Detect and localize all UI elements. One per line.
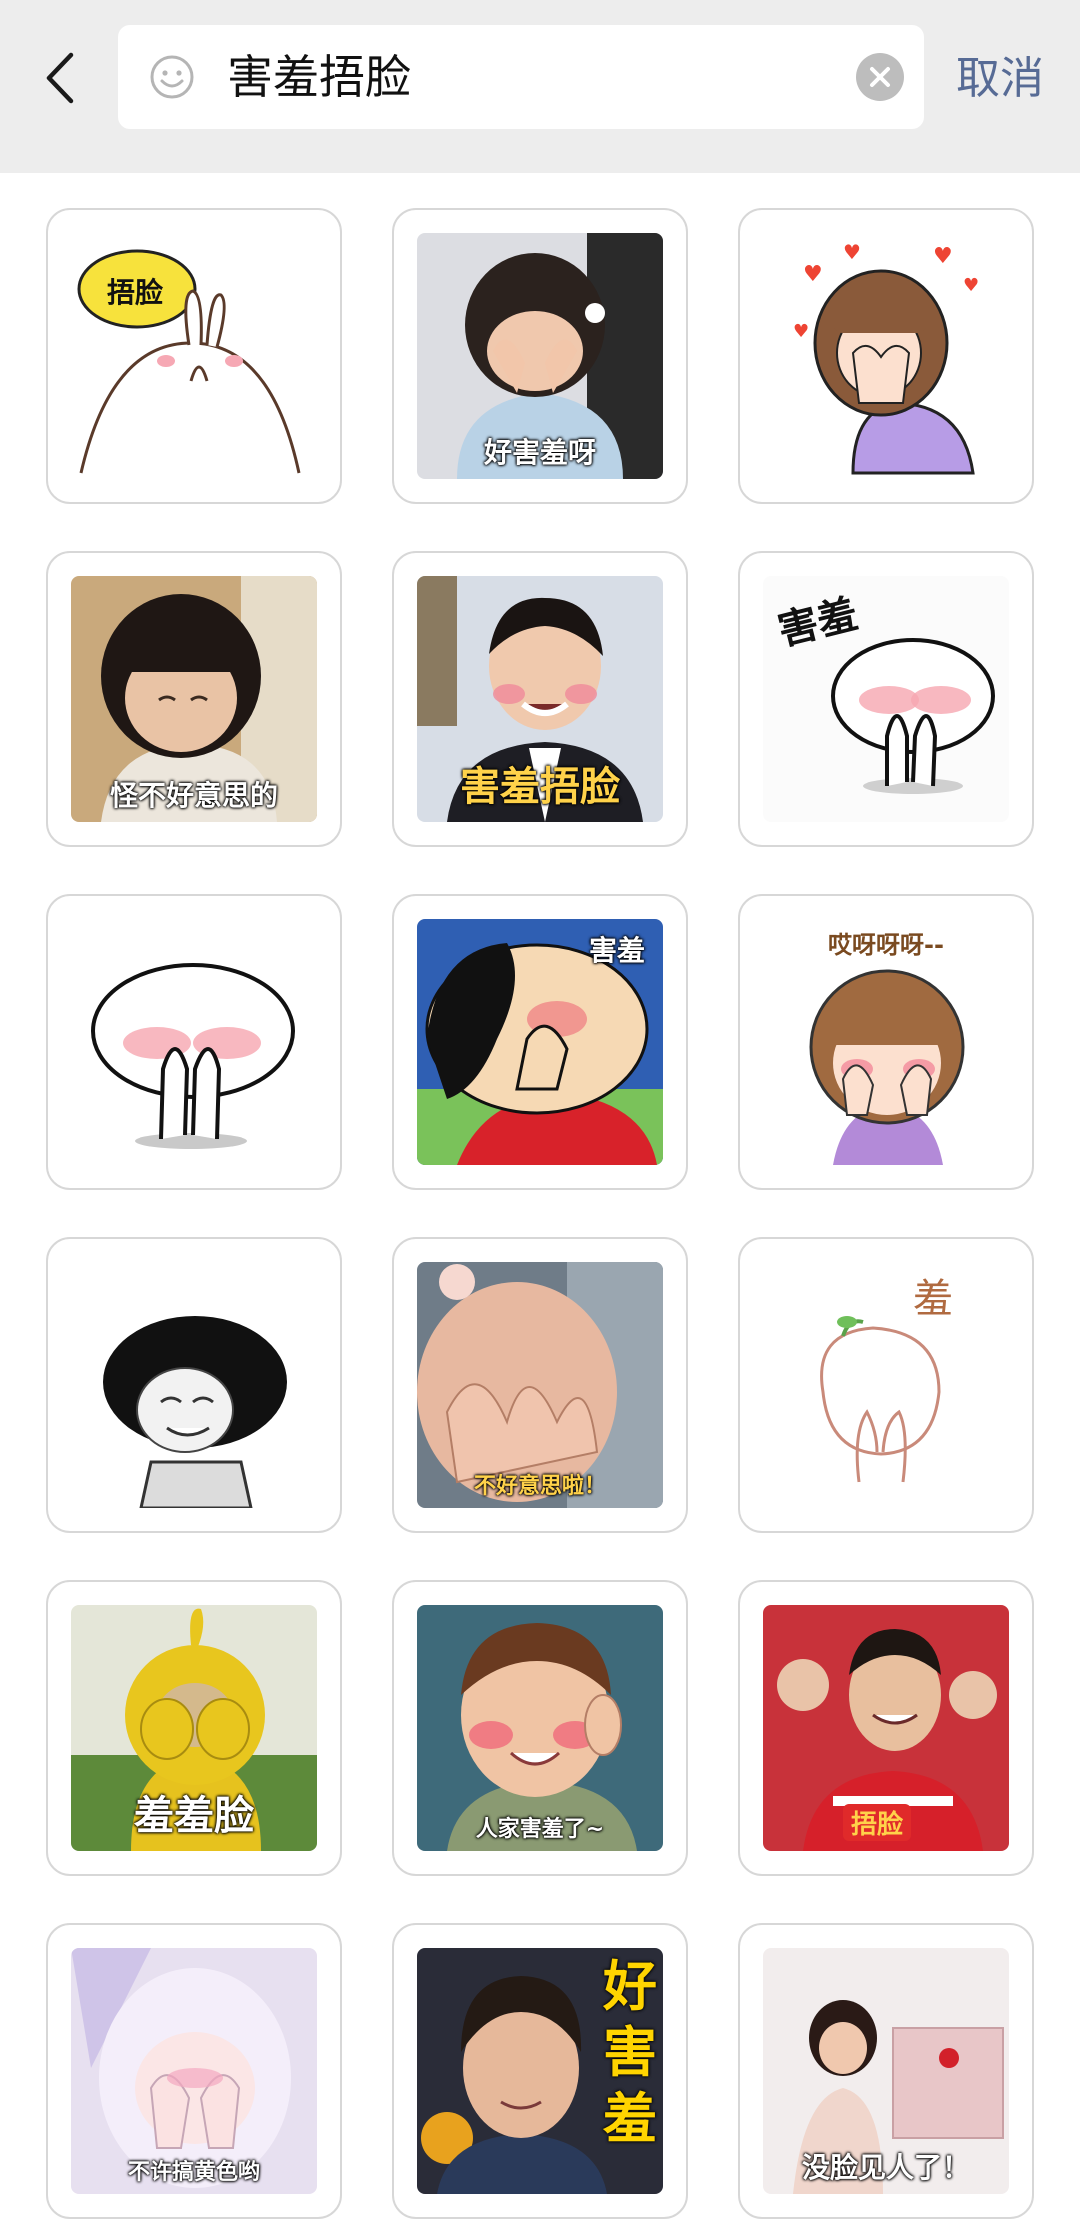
svg-text:♥: ♥ [933, 244, 953, 269]
sticker-tile[interactable] [46, 1237, 342, 1533]
sticker-tile[interactable]: 好害羞 [392, 1923, 688, 2219]
sticker-image: 捂脸 [763, 1605, 1009, 1851]
back-button[interactable] [38, 48, 82, 108]
sticker-image: 害羞 [763, 576, 1009, 822]
sticker-image [71, 1262, 317, 1508]
sticker-image: 羞 [763, 1262, 1009, 1508]
sticker-tile[interactable]: 害羞 [392, 894, 688, 1190]
search-box[interactable]: 害羞捂脸 [118, 25, 924, 129]
sticker-tile[interactable]: 怪不好意思的 [46, 551, 342, 847]
sticker-grid: 捂脸 好害羞呀 ♥ ♥ ♥ ♥ ♥ 怪不好意思的 害羞捂脸 害羞 害羞 哎呀呀呀… [46, 208, 1034, 2219]
svg-text:♥: ♥ [843, 240, 861, 264]
clear-icon [870, 67, 890, 87]
sticker-caption: 不许搞黄色哟 [127, 2160, 260, 2185]
sticker-tile[interactable]: 哎呀呀呀-- [738, 894, 1034, 1190]
sticker-tile[interactable]: 捂脸 [738, 1580, 1034, 1876]
clear-search-button[interactable] [856, 53, 904, 101]
svg-text:♥: ♥ [793, 321, 809, 342]
search-header: 害羞捂脸 取消 [0, 0, 1080, 173]
sticker-image: ♥ ♥ ♥ ♥ ♥ [763, 233, 1009, 479]
sticker-image: 好害羞 [417, 1948, 663, 2194]
sticker-tile[interactable]: 羞 [738, 1237, 1034, 1533]
search-input[interactable]: 害羞捂脸 [227, 25, 411, 129]
sticker-tile[interactable]: 捂脸 [46, 208, 342, 504]
sticker-tile[interactable] [46, 894, 342, 1190]
sticker-image: 好害羞呀 [417, 233, 663, 479]
sticker-image: 怪不好意思的 [71, 576, 317, 822]
sticker-caption: 捂脸 [107, 276, 164, 309]
sticker-image: 害羞捂脸 [417, 576, 663, 822]
sticker-tile[interactable]: 没脸见人了！ [738, 1923, 1034, 2219]
sticker-caption: 捂脸 [843, 1804, 912, 1841]
sticker-image: 害羞 [417, 919, 663, 1165]
smile-icon [150, 55, 194, 99]
sticker-image: 不好意思啦！ [417, 1262, 663, 1508]
sticker-tile[interactable]: ♥ ♥ ♥ ♥ ♥ [738, 208, 1034, 504]
sticker-tile[interactable]: 人家害羞了~ [392, 1580, 688, 1876]
sticker-tile[interactable]: 羞羞脸 [46, 1580, 342, 1876]
sticker-image: 羞羞脸 [71, 1605, 317, 1851]
svg-text:♥: ♥ [803, 262, 823, 287]
sticker-caption: 哎呀呀呀-- [828, 931, 944, 959]
sticker-caption: 没脸见人了！ [801, 2151, 970, 2184]
sticker-image: 没脸见人了！ [763, 1948, 1009, 2194]
sticker-tile[interactable]: 害羞捂脸 [392, 551, 688, 847]
sticker-image: 捂脸 [71, 233, 317, 479]
sticker-caption: 好害羞呀 [483, 436, 596, 469]
sticker-image: 不许搞黄色哟 [71, 1948, 317, 2194]
sticker-image [71, 919, 317, 1165]
sticker-image: 人家害羞了~ [417, 1605, 663, 1851]
cancel-button[interactable]: 取消 [956, 44, 1044, 114]
sticker-caption: 害羞 [588, 934, 645, 967]
sticker-tile[interactable]: 害羞 [738, 551, 1034, 847]
sticker-caption: 羞羞脸 [134, 1793, 254, 1839]
sticker-caption: 好害羞 [603, 1955, 657, 2150]
sticker-caption: 不好意思啦！ [473, 1474, 606, 1499]
sticker-caption: 怪不好意思的 [109, 779, 278, 812]
sticker-tile[interactable]: 不好意思啦！ [392, 1237, 688, 1533]
sticker-caption: 羞 [913, 1276, 953, 1322]
sticker-tile[interactable]: 好害羞呀 [392, 208, 688, 504]
sticker-image: 哎呀呀呀-- [763, 919, 1009, 1165]
svg-text:♥: ♥ [963, 275, 979, 296]
sticker-caption: 害羞捂脸 [460, 764, 620, 810]
sticker-tile[interactable]: 不许搞黄色哟 [46, 1923, 342, 2219]
sticker-caption: 人家害羞了~ [475, 1817, 605, 1842]
chevron-left-icon [46, 52, 74, 104]
